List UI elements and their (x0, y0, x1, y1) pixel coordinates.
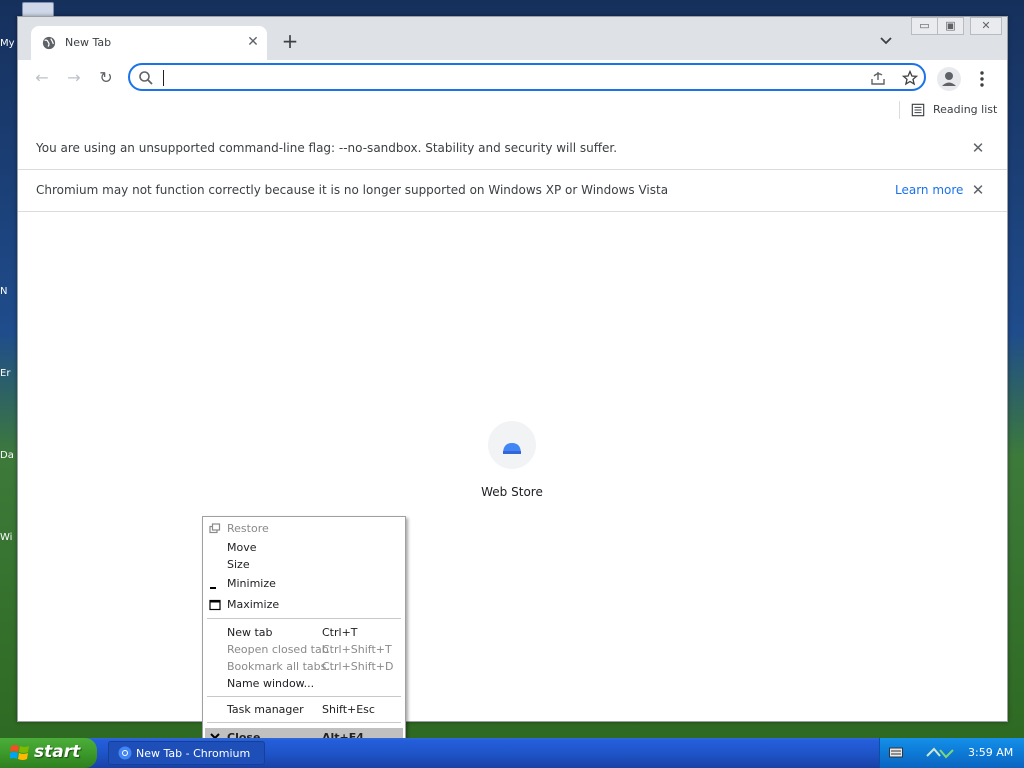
menu-item-accelerator: Ctrl+Shift+D (322, 660, 394, 673)
reload-button[interactable]: ↻ (94, 67, 118, 89)
shortcut-label: Web Store (481, 485, 543, 499)
arrow-right-icon: → (67, 68, 81, 87)
omnibox[interactable] (128, 63, 926, 91)
windows-logo-icon (10, 745, 29, 760)
system-tray: 3:59 AM (879, 738, 1024, 768)
arrow-left-icon: ← (35, 68, 49, 87)
reading-list-label: Reading list (933, 103, 998, 116)
menu-item-label: New tab (227, 626, 273, 639)
menu-item-reopen-closed-tab[interactable]: Reopen closed tab Ctrl+Shift+T (205, 641, 403, 659)
forward-button[interactable]: → (62, 67, 86, 89)
menu-item-maximize[interactable]: Maximize (205, 596, 403, 614)
tab-close-icon[interactable]: ✕ (245, 34, 261, 50)
desktop-icon-label[interactable]: Da (0, 450, 16, 461)
chromium-icon (118, 746, 132, 760)
person-icon (942, 72, 956, 86)
window-system-menu: Restore Move Size Minimize Maximize New … (202, 516, 406, 751)
window-close-button[interactable]: ✕ (970, 17, 1002, 35)
desktop-icon-label[interactable]: Er (0, 368, 16, 379)
menu-item-label: Reopen closed tab (227, 643, 329, 656)
menu-item-restore[interactable]: Restore (205, 520, 403, 538)
menu-item-accelerator: Ctrl+T (322, 626, 358, 639)
menu-item-label: Name window... (227, 677, 315, 690)
new-tab-page: Web Store (18, 213, 1007, 721)
desktop-icon-label[interactable]: Wi (0, 532, 16, 543)
menu-item-label: Move (227, 541, 257, 554)
reload-icon: ↻ (99, 68, 113, 87)
start-button[interactable]: start (0, 738, 97, 768)
keyboard-icon[interactable] (889, 747, 903, 759)
back-button[interactable]: ← (30, 67, 54, 89)
menu-item-new-tab[interactable]: New tab Ctrl+T (205, 624, 403, 642)
menu-item-task-manager[interactable]: Task manager Shift+Esc (205, 701, 403, 719)
infobar-close-icon[interactable]: ✕ (970, 140, 986, 156)
menu-kebab-icon[interactable] (974, 69, 990, 89)
search-icon (139, 71, 153, 85)
menu-item-label: Minimize (227, 577, 276, 590)
shortcut-web-store[interactable]: Web Store (458, 421, 566, 501)
menu-item-label: Size (227, 558, 250, 571)
menu-item-label: Restore (227, 522, 269, 535)
menu-item-size[interactable]: Size (205, 556, 403, 574)
menu-item-bookmark-all-tabs[interactable]: Bookmark all tabs... Ctrl+Shift+D (205, 658, 403, 676)
menu-item-accelerator: Shift+Esc (322, 703, 375, 716)
new-tab-button[interactable]: + (280, 31, 300, 51)
web-store-icon (503, 443, 521, 454)
desktop-icon-label[interactable]: N (0, 286, 16, 297)
window-maximize-button[interactable]: ▣ (937, 17, 964, 35)
network-icon[interactable] (926, 746, 956, 760)
infobar-unsupported-os: Chromium may not function correctly beca… (18, 170, 1007, 212)
share-icon[interactable] (870, 70, 886, 86)
tab-strip: New Tab ✕ + ▭ ▣ ✕ (18, 17, 1007, 60)
window-minimize-button[interactable]: ▭ (911, 17, 938, 35)
tab-title: New Tab (65, 36, 112, 49)
start-label: start (34, 742, 81, 762)
reading-list-icon (911, 103, 925, 117)
taskbar-clock: 3:59 AM (968, 746, 1014, 759)
infobar-close-icon[interactable]: ✕ (970, 182, 986, 198)
menu-item-label: Bookmark all tabs... (227, 660, 337, 673)
infobar-message: Chromium may not function correctly beca… (36, 183, 669, 197)
chevron-down-icon[interactable] (878, 33, 894, 49)
menu-separator (207, 696, 401, 698)
menu-separator (207, 722, 401, 724)
menu-item-move[interactable]: Move (205, 539, 403, 557)
infobar-message: You are using an unsupported command-lin… (36, 141, 618, 155)
tab-new-tab[interactable]: New Tab ✕ (31, 26, 267, 60)
taskbar: start New Tab - Chromium 3:59 AM (0, 738, 1024, 768)
omnibox-input[interactable] (160, 68, 854, 88)
menu-item-name-window[interactable]: Name window... (205, 675, 403, 693)
maximize-icon (209, 599, 221, 611)
menu-item-label: Maximize (227, 598, 280, 611)
bookmark-divider (899, 101, 900, 119)
minimize-icon (210, 587, 216, 589)
desktop-icon-label[interactable]: My (0, 38, 16, 49)
taskbar-item-label: New Tab - Chromium (136, 747, 251, 760)
learn-more-link[interactable]: Learn more (895, 183, 963, 197)
shortcut-tile (488, 421, 536, 469)
bookmark-bar: Reading list (18, 96, 1007, 129)
taskbar-item-chromium[interactable]: New Tab - Chromium (108, 741, 265, 765)
globe-icon (42, 36, 56, 50)
profile-avatar[interactable] (937, 67, 961, 91)
browser-window: New Tab ✕ + ▭ ▣ ✕ ← → ↻ Reading list You… (17, 16, 1008, 722)
menu-separator (207, 618, 401, 620)
menu-item-accelerator: Ctrl+Shift+T (322, 643, 392, 656)
toolbar: ← → ↻ (18, 60, 1007, 96)
menu-item-minimize[interactable]: Minimize (205, 575, 403, 593)
star-icon[interactable] (902, 70, 918, 86)
menu-item-label: Task manager (227, 703, 304, 716)
restore-icon (209, 523, 221, 534)
infobar-sandbox-warning: You are using an unsupported command-lin… (18, 128, 1007, 170)
